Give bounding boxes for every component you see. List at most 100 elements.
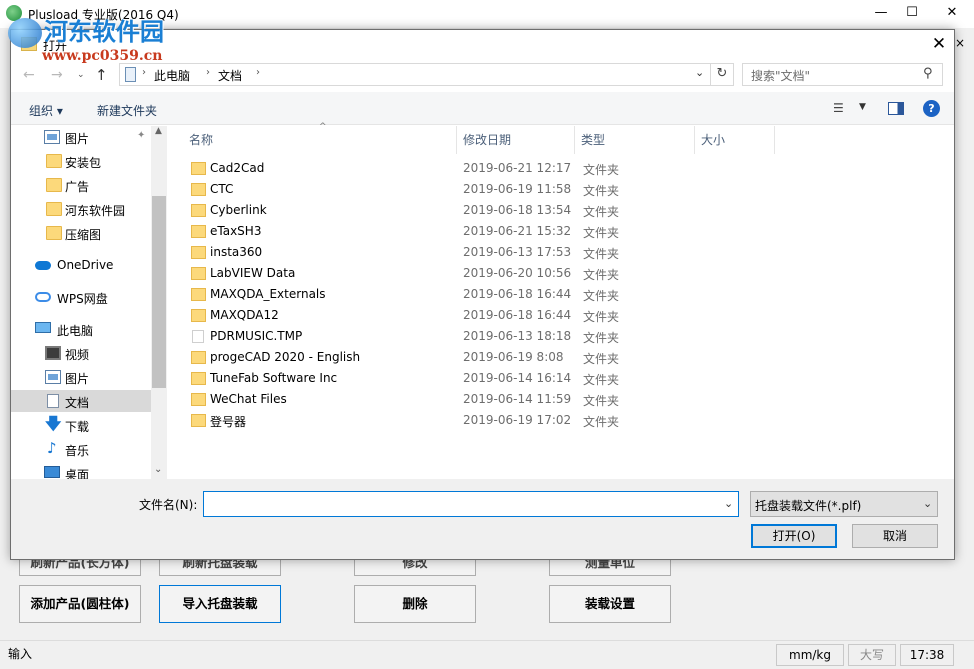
file-name: MAXQDA_Externals (210, 287, 326, 301)
sidebar-item-label: WPS网盘 (57, 292, 108, 306)
file-row[interactable]: Cyberlink 2019-06-18 13:54 文件夹 (183, 200, 775, 221)
pin-icon[interactable]: ✦ (137, 130, 145, 141)
scroll-up-icon[interactable]: ▲ (155, 126, 162, 136)
sidebar-item-documents[interactable]: 文档 (11, 390, 151, 412)
address-bar[interactable]: › 此电脑 › 文档 › ⌄ (119, 63, 711, 86)
app-close-button[interactable]: ✕ (930, 0, 974, 28)
file-row[interactable]: 登号器 2019-06-19 17:02 文件夹 (183, 410, 775, 431)
breadcrumb-this-pc[interactable]: 此电脑 (154, 67, 190, 84)
search-icon[interactable]: ⚲ (923, 66, 933, 81)
sidebar-scrollbar[interactable]: ▲ ⌄ (151, 126, 167, 479)
address-dropdown-chevron-icon[interactable]: ⌄ (695, 66, 704, 79)
file-name: TuneFab Software Inc (210, 371, 338, 385)
file-name: 登号器 (210, 415, 247, 429)
sidebar-item-downloads[interactable]: 🡇 下载 (11, 414, 151, 436)
dialog-titlebar: 打开 ✕ (11, 30, 954, 59)
sidebar-item-compressed[interactable]: 压缩图 (11, 222, 151, 244)
dialog-close-button[interactable]: ✕ (923, 30, 955, 59)
file-row[interactable]: CTC 2019-06-19 11:58 文件夹 (183, 179, 775, 200)
file-row[interactable]: LabVIEW Data 2019-06-20 10:56 文件夹 (183, 263, 775, 284)
sidebar-item-wps-cloud[interactable]: WPS网盘 (11, 286, 151, 308)
file-type: 文件夹 (583, 163, 620, 177)
preview-pane-icon[interactable] (888, 102, 904, 115)
folder-icon (191, 393, 206, 406)
sidebar-item-this-pc[interactable]: 此电脑 (11, 318, 151, 340)
view-options-icon[interactable]: ☰ (833, 101, 844, 115)
sidebar-item-desktop[interactable]: 桌面 (11, 462, 151, 479)
sidebar-item-hedong[interactable]: 河东软件园 (11, 198, 151, 220)
pictures-icon (44, 130, 60, 144)
file-date: 2019-06-21 12:17 (463, 161, 572, 175)
sidebar-item-label: 文档 (65, 396, 90, 410)
sidebar-item-pictures-quick[interactable]: 图片 ✦ (11, 126, 151, 148)
column-header-date[interactable]: 修改日期 (457, 126, 575, 154)
new-folder-button[interactable]: 新建文件夹 (97, 102, 157, 119)
column-header-size[interactable]: 大小 (695, 126, 775, 154)
breadcrumb-documents[interactable]: 文档 (218, 67, 242, 84)
file-date: 2019-06-18 16:44 (463, 308, 572, 322)
sidebar-item-videos[interactable]: 视频 (11, 342, 151, 364)
file-type: 文件夹 (583, 415, 620, 429)
video-icon (45, 346, 61, 360)
forward-arrow-icon[interactable]: → (51, 67, 63, 83)
status-input: 输入 (8, 647, 33, 661)
cancel-button[interactable]: 取消 (852, 524, 938, 548)
scroll-down-icon[interactable]: ⌄ (154, 464, 162, 475)
app-maximize-button[interactable]: ☐ (897, 0, 927, 28)
panel-close-icon[interactable]: × (955, 36, 965, 50)
file-row[interactable]: progeCAD 2020 - English 2019-06-19 8:08 文件… (183, 347, 775, 368)
help-icon[interactable]: ? (923, 100, 940, 117)
up-arrow-icon[interactable]: ↑ (95, 66, 108, 84)
sidebar-item-installers[interactable]: 安装包 (11, 150, 151, 172)
folder-icon (191, 204, 206, 217)
file-type: 文件夹 (583, 310, 620, 324)
file-row[interactable]: TuneFab Software Inc 2019-06-14 16:14 文件夹 (183, 368, 775, 389)
filename-dropdown-chevron-icon[interactable]: ⌄ (724, 497, 733, 510)
status-unit: mm/kg (776, 644, 844, 666)
sidebar-item-music[interactable]: ♪ 音乐 (11, 438, 151, 460)
file-row[interactable]: Cad2Cad 2019-06-21 12:17 文件夹 (183, 158, 775, 179)
back-arrow-icon[interactable]: ← (23, 67, 35, 83)
filename-input[interactable]: ⌄ (203, 491, 739, 517)
file-row[interactable]: insta360 2019-06-13 17:53 文件夹 (183, 242, 775, 263)
file-type: 文件夹 (583, 331, 620, 345)
delete-button[interactable]: 删除 (354, 585, 476, 623)
file-row[interactable]: WeChat Files 2019-06-14 11:59 文件夹 (183, 389, 775, 410)
file-type: 文件夹 (583, 205, 620, 219)
file-type-filter-select[interactable]: 托盘装载文件(*.plf) ⌄ (750, 491, 938, 517)
file-row[interactable]: MAXQDA_Externals 2019-06-18 16:44 文件夹 (183, 284, 775, 305)
sidebar-item-label: 下载 (65, 420, 90, 434)
sidebar-item-label: 压缩图 (65, 228, 102, 242)
file-icon (192, 330, 204, 343)
file-row[interactable]: MAXQDA12 2019-06-18 16:44 文件夹 (183, 305, 775, 326)
file-row[interactable]: PDRMUSIC.TMP 2019-06-13 18:18 文件夹 (183, 326, 775, 347)
sidebar-item-pictures[interactable]: 图片 (11, 366, 151, 388)
sidebar-item-ads[interactable]: 广告 (11, 174, 151, 196)
open-button[interactable]: 打开(O) (751, 524, 837, 548)
filter-dropdown-chevron-icon[interactable]: ⌄ (923, 497, 932, 510)
app-minimize-button[interactable]: — (866, 0, 896, 28)
load-settings-button[interactable]: 装载设置 (549, 585, 671, 623)
file-date: 2019-06-21 15:32 (463, 224, 572, 238)
sidebar-item-onedrive[interactable]: OneDrive (11, 254, 151, 276)
scrollbar-thumb[interactable] (152, 196, 166, 388)
refresh-icon[interactable]: ↻ (711, 63, 734, 86)
folder-icon (191, 225, 206, 238)
documents-location-icon (125, 67, 136, 82)
organize-button[interactable]: 组织 ▾ (29, 102, 63, 119)
recent-locations-chevron-icon[interactable]: ⌄ (77, 70, 85, 80)
music-icon: ♪ (47, 439, 57, 457)
sidebar-item-label: 此电脑 (57, 324, 94, 338)
view-dropdown-icon[interactable]: ▼ (859, 102, 866, 112)
file-date: 2019-06-19 8:08 (463, 350, 564, 364)
file-type: 文件夹 (583, 184, 620, 198)
file-type: 文件夹 (583, 352, 620, 366)
file-date: 2019-06-13 18:18 (463, 329, 572, 343)
column-header-type[interactable]: 类型 (575, 126, 695, 154)
import-pallet-load-button[interactable]: 导入托盘装载 (159, 585, 281, 623)
file-row[interactable]: eTaxSH3 2019-06-21 15:32 文件夹 (183, 221, 775, 242)
column-header-name[interactable]: 名称 (183, 126, 457, 154)
add-product-cylinder-button[interactable]: 添加产品(圆柱体) (19, 585, 141, 623)
search-input[interactable]: 搜索"文档" ⚲ (742, 63, 943, 86)
folder-icon (191, 288, 206, 301)
